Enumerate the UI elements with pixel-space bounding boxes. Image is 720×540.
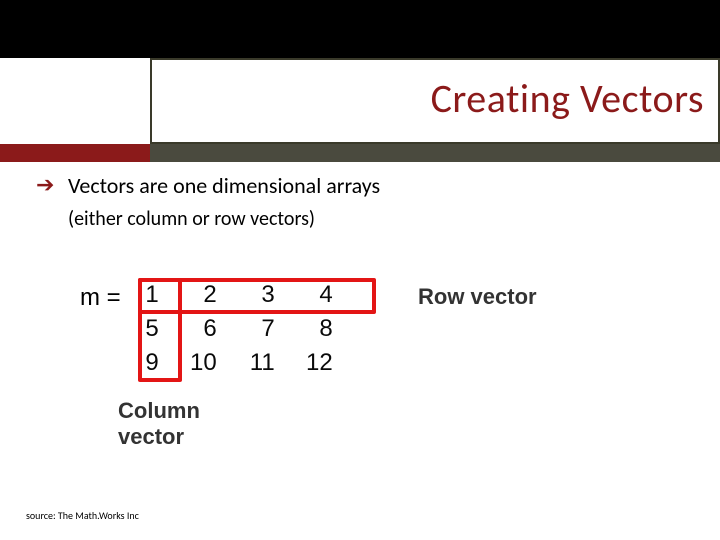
matrix-cell: 9 xyxy=(125,346,165,380)
matrix-label: m = xyxy=(80,278,125,312)
matrix-grid: 1 2 3 4 5 6 7 8 9 10 11 12 xyxy=(125,278,339,380)
matrix-cell: 1 xyxy=(125,278,165,312)
matrix-cell: 12 xyxy=(287,346,339,380)
accent-bar-gray xyxy=(150,144,720,162)
matrix-cell: 2 xyxy=(171,278,223,312)
bullet-text: Vectors are one dimensional arrays xyxy=(68,172,380,200)
sub-bullet-text: (either column or row vectors) xyxy=(68,206,696,232)
body-area: ➔ Vectors are one dimensional arrays (ei… xyxy=(36,172,696,232)
column-vector-label-l2: vector xyxy=(118,424,184,449)
bullet-row: ➔ Vectors are one dimensional arrays xyxy=(36,172,696,200)
header-band xyxy=(0,0,720,58)
matrix-cell: 7 xyxy=(229,312,281,346)
matrix-cell: 10 xyxy=(171,346,223,380)
accent-bar-red xyxy=(0,144,150,162)
matrix-cell: 11 xyxy=(229,346,281,380)
row-vector-label: Row vector xyxy=(418,284,537,310)
matrix-wrap: m = 1 2 3 4 5 6 7 8 9 10 11 12 xyxy=(80,278,339,380)
matrix-cell: 3 xyxy=(229,278,281,312)
slide-title: Creating Vectors xyxy=(431,74,704,123)
arrow-icon: ➔ xyxy=(36,172,58,198)
matrix-cell: 6 xyxy=(171,312,223,346)
matrix-cell: 8 xyxy=(287,312,339,346)
column-vector-label: Column vector xyxy=(118,398,200,450)
matrix-cell: 4 xyxy=(287,278,339,312)
column-vector-label-l1: Column xyxy=(118,398,200,423)
title-box: Creating Vectors xyxy=(150,58,720,144)
matrix-cell: 5 xyxy=(125,312,165,346)
source-citation: source: The Math.Works Inc xyxy=(26,509,139,522)
slide: Creating Vectors ➔ Vectors are one dimen… xyxy=(0,0,720,540)
